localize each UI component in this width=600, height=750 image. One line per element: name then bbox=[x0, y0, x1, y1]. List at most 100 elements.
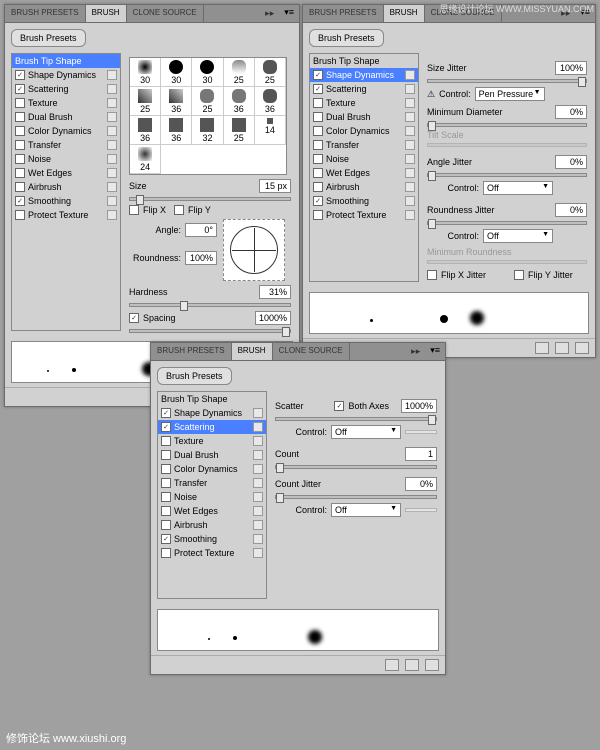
roundness-jitter-slider[interactable] bbox=[427, 221, 587, 225]
checkbox-icon[interactable] bbox=[161, 478, 171, 488]
checkbox-icon[interactable] bbox=[313, 126, 323, 136]
lock-icon[interactable] bbox=[405, 210, 415, 220]
scatter-slider[interactable] bbox=[275, 417, 437, 421]
checkbox-icon[interactable] bbox=[161, 534, 171, 544]
size-slider[interactable] bbox=[129, 197, 291, 201]
checkbox-icon[interactable] bbox=[15, 126, 25, 136]
tab-brush[interactable]: BRUSH bbox=[86, 5, 127, 22]
checkbox-icon[interactable] bbox=[15, 182, 25, 192]
sidebar-noise[interactable]: Noise bbox=[12, 152, 120, 166]
checkbox-icon[interactable] bbox=[15, 84, 25, 94]
panel-menu-icon[interactable]: ▾≡ bbox=[279, 5, 299, 22]
panel-menu-icon[interactable]: ▾≡ bbox=[425, 343, 445, 360]
checkbox-icon[interactable] bbox=[161, 520, 171, 530]
lock-icon[interactable] bbox=[405, 154, 415, 164]
flipy-jitter-checkbox[interactable] bbox=[514, 270, 524, 280]
sidebar-shape-dynamics[interactable]: Shape Dynamics bbox=[310, 68, 418, 82]
brush-presets-button[interactable]: Brush Presets bbox=[309, 29, 384, 47]
scatter-value[interactable]: 1000% bbox=[401, 399, 437, 413]
roundness-jitter-value[interactable]: 0% bbox=[555, 203, 587, 217]
size-value[interactable]: 15 px bbox=[259, 179, 291, 193]
trash-icon[interactable] bbox=[575, 342, 589, 354]
sidebar-dual-brush[interactable]: Dual Brush bbox=[310, 110, 418, 124]
collapse-icon[interactable]: ▸▸ bbox=[260, 5, 279, 22]
roundness-control-select[interactable]: Off▼ bbox=[483, 229, 553, 243]
hardness-value[interactable]: 31% bbox=[259, 285, 291, 299]
checkbox-icon[interactable] bbox=[161, 506, 171, 516]
toggle-icon[interactable] bbox=[385, 659, 399, 671]
sidebar-protect-texture[interactable]: Protect Texture bbox=[12, 208, 120, 222]
sidebar-shape-dynamics[interactable]: Shape Dynamics bbox=[12, 68, 120, 82]
sidebar-protect-texture[interactable]: Protect Texture bbox=[158, 546, 266, 560]
both-axes-checkbox[interactable] bbox=[334, 401, 344, 411]
lock-icon[interactable] bbox=[253, 548, 263, 558]
lock-icon[interactable] bbox=[253, 408, 263, 418]
brush-thumbnails[interactable]: 30 30 30 25 25 25 36 25 36 36 36 36 32 2… bbox=[129, 57, 287, 175]
collapse-icon[interactable]: ▸▸ bbox=[406, 343, 425, 360]
checkbox-icon[interactable] bbox=[15, 196, 25, 206]
tab-brush[interactable]: BRUSH bbox=[384, 5, 425, 22]
checkbox-icon[interactable] bbox=[313, 168, 323, 178]
count-value[interactable]: 1 bbox=[405, 447, 437, 461]
sidebar-brush-tip-shape[interactable]: Brush Tip Shape bbox=[158, 392, 266, 406]
sidebar-color-dynamics[interactable]: Color Dynamics bbox=[310, 124, 418, 138]
sidebar-brush-tip-shape[interactable]: Brush Tip Shape bbox=[310, 54, 418, 68]
tab-clone-source[interactable]: CLONE SOURCE bbox=[127, 5, 204, 22]
sidebar-dual-brush[interactable]: Dual Brush bbox=[12, 110, 120, 124]
sidebar-smoothing[interactable]: Smoothing bbox=[310, 194, 418, 208]
angle-jitter-slider[interactable] bbox=[427, 173, 587, 177]
checkbox-icon[interactable] bbox=[161, 422, 171, 432]
checkbox-icon[interactable] bbox=[313, 182, 323, 192]
count-jitter-slider[interactable] bbox=[275, 495, 437, 499]
checkbox-icon[interactable] bbox=[313, 98, 323, 108]
sidebar-transfer[interactable]: Transfer bbox=[158, 476, 266, 490]
angle-jitter-value[interactable]: 0% bbox=[555, 155, 587, 169]
count-jitter-control-select[interactable]: Off▼ bbox=[331, 503, 401, 517]
sidebar-transfer[interactable]: Transfer bbox=[310, 138, 418, 152]
checkbox-icon[interactable] bbox=[313, 154, 323, 164]
lock-icon[interactable] bbox=[405, 126, 415, 136]
checkbox-icon[interactable] bbox=[15, 210, 25, 220]
scatter-control-select[interactable]: Off▼ bbox=[331, 425, 401, 439]
lock-icon[interactable] bbox=[107, 168, 117, 178]
sidebar-texture[interactable]: Texture bbox=[158, 434, 266, 448]
tab-clone-source[interactable]: CLONE SOURCE bbox=[273, 343, 350, 360]
tab-brush-presets[interactable]: BRUSH PRESETS bbox=[151, 343, 232, 360]
spacing-value[interactable]: 1000% bbox=[255, 311, 291, 325]
lock-icon[interactable] bbox=[107, 126, 117, 136]
checkbox-icon[interactable] bbox=[15, 168, 25, 178]
toggle-icon[interactable] bbox=[535, 342, 549, 354]
lock-icon[interactable] bbox=[405, 70, 415, 80]
spacing-slider[interactable] bbox=[129, 329, 291, 333]
sidebar-airbrush[interactable]: Airbrush bbox=[12, 180, 120, 194]
lock-icon[interactable] bbox=[405, 196, 415, 206]
lock-icon[interactable] bbox=[107, 98, 117, 108]
checkbox-icon[interactable] bbox=[15, 140, 25, 150]
count-jitter-value[interactable]: 0% bbox=[405, 477, 437, 491]
sidebar-color-dynamics[interactable]: Color Dynamics bbox=[12, 124, 120, 138]
sidebar-wet-edges[interactable]: Wet Edges bbox=[310, 166, 418, 180]
tab-brush-presets[interactable]: BRUSH PRESETS bbox=[303, 5, 384, 22]
angle-value[interactable]: 0° bbox=[185, 223, 217, 237]
checkbox-icon[interactable] bbox=[161, 450, 171, 460]
count-slider[interactable] bbox=[275, 465, 437, 469]
lock-icon[interactable] bbox=[253, 520, 263, 530]
sidebar-scattering[interactable]: Scattering bbox=[158, 420, 266, 434]
lock-icon[interactable] bbox=[253, 492, 263, 502]
hardness-slider[interactable] bbox=[129, 303, 291, 307]
lock-icon[interactable] bbox=[107, 84, 117, 94]
angle-control-select[interactable]: Off▼ bbox=[483, 181, 553, 195]
size-control-select[interactable]: Pen Pressure▼ bbox=[475, 87, 545, 101]
brush-presets-button[interactable]: Brush Presets bbox=[11, 29, 86, 47]
sidebar-wet-edges[interactable]: Wet Edges bbox=[12, 166, 120, 180]
checkbox-icon[interactable] bbox=[313, 140, 323, 150]
checkbox-icon[interactable] bbox=[15, 154, 25, 164]
sidebar-scattering[interactable]: Scattering bbox=[12, 82, 120, 96]
lock-icon[interactable] bbox=[107, 210, 117, 220]
lock-icon[interactable] bbox=[405, 140, 415, 150]
new-icon[interactable] bbox=[555, 342, 569, 354]
min-diameter-value[interactable]: 0% bbox=[555, 105, 587, 119]
checkbox-icon[interactable] bbox=[161, 436, 171, 446]
lock-icon[interactable] bbox=[107, 154, 117, 164]
sidebar-noise[interactable]: Noise bbox=[158, 490, 266, 504]
